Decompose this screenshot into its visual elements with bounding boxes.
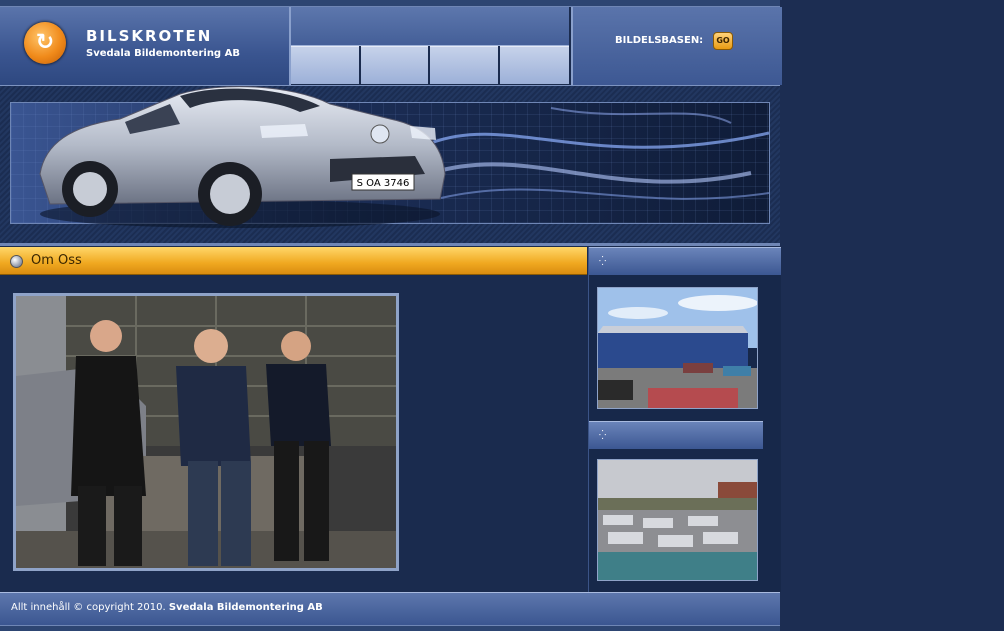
bullet-icon bbox=[10, 255, 23, 268]
hero-banner: S OA 3746 bbox=[0, 85, 780, 244]
banner-divider bbox=[0, 243, 780, 246]
parts-database-box: BILDELSBASEN: GO bbox=[571, 7, 782, 85]
nav-tab-4[interactable] bbox=[499, 46, 569, 84]
sidebar-photo-building[interactable] bbox=[597, 287, 758, 409]
parts-database-label: BILDELSBASEN: bbox=[615, 35, 704, 46]
footer-company-name: Svedala Bildemontering AB bbox=[168, 602, 323, 613]
car-image: S OA 3746 bbox=[39, 86, 446, 228]
brand-title: BILSKROTEN bbox=[86, 27, 213, 45]
recycle-arrow-icon: ↻ bbox=[24, 22, 66, 64]
license-plate: S OA 3746 bbox=[357, 178, 410, 189]
nav-top-panel bbox=[291, 7, 569, 46]
staff-photo bbox=[13, 293, 399, 571]
dots-icon: ⁛ bbox=[599, 431, 607, 441]
staff-photo-graphic bbox=[16, 296, 396, 568]
brand-subtitle: Svedala Bildemontering AB bbox=[86, 48, 240, 59]
sidebar: ⁛ ⁛ bbox=[588, 247, 781, 592]
go-button[interactable]: GO bbox=[713, 32, 733, 50]
footer: Allt innehåll © copyright 2010. Svedala … bbox=[0, 592, 780, 625]
page-container: ↻ BILSKROTEN Svedala Bildemontering AB B… bbox=[0, 0, 782, 631]
footer-bottom-strip bbox=[0, 625, 780, 631]
sidebar-heading-1: ⁛ bbox=[589, 247, 781, 275]
section-header: Om Oss bbox=[0, 247, 587, 275]
footer-copyright-prefix: Allt innehåll © copyright 2010. bbox=[11, 602, 166, 613]
sidebar-photo-car-yard[interactable] bbox=[597, 459, 758, 581]
footer-copyright: Allt innehåll © copyright 2010. Svedala … bbox=[11, 602, 323, 613]
dots-icon: ⁛ bbox=[599, 257, 607, 267]
sidebar-heading-2: ⁛ bbox=[589, 421, 763, 449]
top-strip bbox=[0, 0, 780, 7]
section-title: Om Oss bbox=[31, 253, 82, 268]
light-swoosh-graphic bbox=[431, 107, 769, 200]
